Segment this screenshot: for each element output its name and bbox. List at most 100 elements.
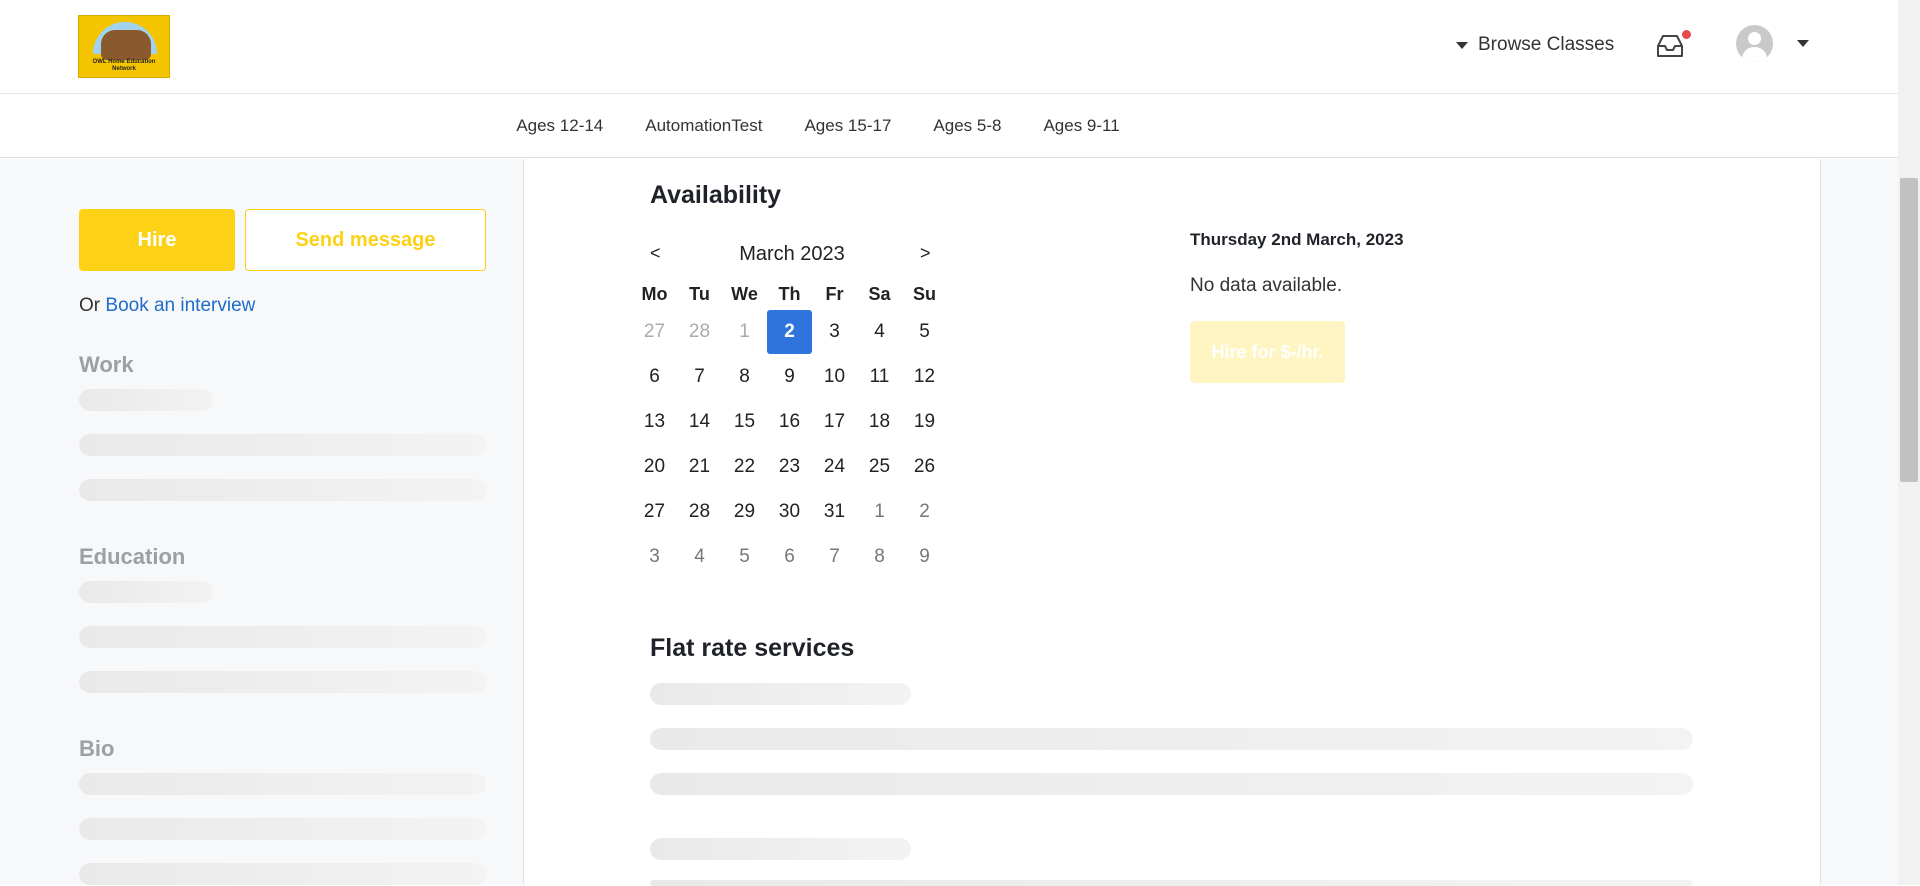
calendar-day[interactable]: 12 (902, 355, 947, 399)
avatar-head (1748, 32, 1761, 45)
calendar-day[interactable]: 27 (632, 490, 677, 534)
skeleton-line (650, 683, 911, 705)
profile-sidebar: Hire Send message Or Book an interview W… (0, 159, 524, 885)
calendar-day[interactable]: 24 (812, 445, 857, 489)
nav-item-ages-9-11[interactable]: Ages 9-11 (1043, 116, 1119, 136)
calendar-day[interactable]: 7 (677, 355, 722, 399)
calendar-day-selected[interactable]: 2 (767, 310, 812, 354)
weekday-label: We (731, 284, 758, 304)
skeleton-line (79, 671, 486, 693)
calendar-day[interactable]: 3 (812, 310, 857, 354)
weekday-label: Su (912, 284, 936, 304)
calendar-day[interactable]: 28 (677, 310, 722, 354)
browse-classes-label: Browse Classes (1478, 34, 1615, 55)
book-interview-link[interactable]: Book an interview (105, 295, 255, 316)
skeleton-line (650, 838, 911, 860)
calendar-day[interactable]: 31 (812, 490, 857, 534)
avatar-body (1742, 47, 1767, 62)
skeleton-line (650, 880, 1693, 886)
calendar-day[interactable]: 4 (677, 535, 722, 579)
skeleton-line (650, 773, 1693, 795)
calendar-day[interactable]: 13 (632, 400, 677, 444)
calendar-day[interactable]: 7 (812, 535, 857, 579)
skeleton-line (79, 479, 486, 501)
or-text: Or (79, 295, 101, 316)
avatar[interactable] (1736, 25, 1773, 62)
calendar-day[interactable]: 15 (722, 400, 767, 444)
calendar-day[interactable]: 26 (902, 445, 947, 489)
skeleton-line (79, 626, 486, 648)
bio-heading: Bio (79, 736, 115, 761)
hire-for-rate-button[interactable]: Hire for $-/hr. (1190, 321, 1345, 383)
weekday-label: Sa (868, 284, 891, 304)
calendar-day[interactable]: 2 (902, 490, 947, 534)
calendar-day[interactable]: 6 (632, 355, 677, 399)
weekday-label: Mo (641, 284, 668, 304)
no-data-text: No data available. (1190, 275, 1343, 296)
calendar-day[interactable]: 9 (767, 355, 812, 399)
availability-heading: Availability (650, 181, 782, 209)
calendar-day[interactable]: 10 (812, 355, 857, 399)
skeleton-line (650, 728, 1693, 750)
calendar-day[interactable]: 18 (857, 400, 902, 444)
calendar-day[interactable]: 4 (857, 310, 902, 354)
logo-text: OWL Home Education Network (92, 59, 156, 72)
right-gutter (1820, 159, 1899, 885)
selected-date-label: Thursday 2nd March, 2023 (1190, 230, 1404, 249)
skeleton-line (79, 818, 486, 840)
calendar-day[interactable]: 23 (767, 445, 812, 489)
flat-rate-services-heading: Flat rate services (650, 634, 855, 662)
calendar-day[interactable]: 17 (812, 400, 857, 444)
nav-item-ages-5-8[interactable]: Ages 5-8 (933, 116, 1001, 136)
calendar-day[interactable]: 30 (767, 490, 812, 534)
skeleton-line (79, 581, 214, 603)
top-navbar: OWL Home Education Network Browse Classe… (0, 0, 1898, 94)
hire-button[interactable]: Hire (79, 209, 235, 271)
calendar-day[interactable]: 5 (902, 310, 947, 354)
calendar-day[interactable]: 5 (722, 535, 767, 579)
browse-classes-menu[interactable]: Browse Classes (1456, 32, 1614, 58)
notification-dot (1682, 30, 1691, 39)
book-interview-line: Or Book an interview (79, 295, 255, 317)
account-menu-caret-icon[interactable] (1797, 40, 1809, 47)
logo-figures (101, 30, 151, 60)
nav-item-ages-15-17[interactable]: Ages 15-17 (804, 116, 891, 136)
calendar-day[interactable]: 14 (677, 400, 722, 444)
calendar-day[interactable]: 25 (857, 445, 902, 489)
calendar-day[interactable]: 8 (857, 535, 902, 579)
calendar-day[interactable]: 3 (632, 535, 677, 579)
skeleton-line (79, 863, 486, 885)
caret-down-icon (1456, 41, 1468, 49)
calendar-day[interactable]: 9 (902, 535, 947, 579)
work-heading: Work (79, 352, 134, 377)
weekday-label: Th (778, 284, 801, 304)
scrollbar-thumb[interactable] (1900, 178, 1918, 482)
calendar-day[interactable]: 20 (632, 445, 677, 489)
logo[interactable]: OWL Home Education Network (78, 15, 170, 78)
calendar-day[interactable]: 11 (857, 355, 902, 399)
weekday-label: Tu (689, 284, 710, 304)
calendar-day[interactable]: 29 (722, 490, 767, 534)
calendar-month-title: March 2023 (739, 243, 845, 265)
calendar-day[interactable]: 16 (767, 400, 812, 444)
calendar-day[interactable]: 19 (902, 400, 947, 444)
skeleton-line (79, 773, 486, 795)
calendar-day[interactable]: 6 (767, 535, 812, 579)
weekday-label: Fr (825, 284, 844, 304)
skeleton-line (79, 434, 486, 456)
calendar-day[interactable]: 21 (677, 445, 722, 489)
category-nav: Ages 12-14 AutomationTest Ages 15-17 Age… (0, 94, 1898, 158)
calendar-day[interactable]: 27 (632, 310, 677, 354)
nav-item-ages-12-14[interactable]: Ages 12-14 (516, 116, 603, 136)
send-message-button[interactable]: Send message (245, 209, 486, 271)
calendar-day[interactable]: 22 (722, 445, 767, 489)
calendar-header: < March 2023 > (632, 235, 952, 275)
education-heading: Education (79, 544, 186, 569)
calendar-day[interactable]: 1 (857, 490, 902, 534)
calendar-day[interactable]: 8 (722, 355, 767, 399)
nav-item-automationtest[interactable]: AutomationTest (645, 116, 762, 136)
calendar-day[interactable]: 28 (677, 490, 722, 534)
skeleton-line (79, 389, 214, 411)
next-month-button[interactable]: > (920, 243, 931, 264)
calendar-day[interactable]: 1 (722, 310, 767, 354)
